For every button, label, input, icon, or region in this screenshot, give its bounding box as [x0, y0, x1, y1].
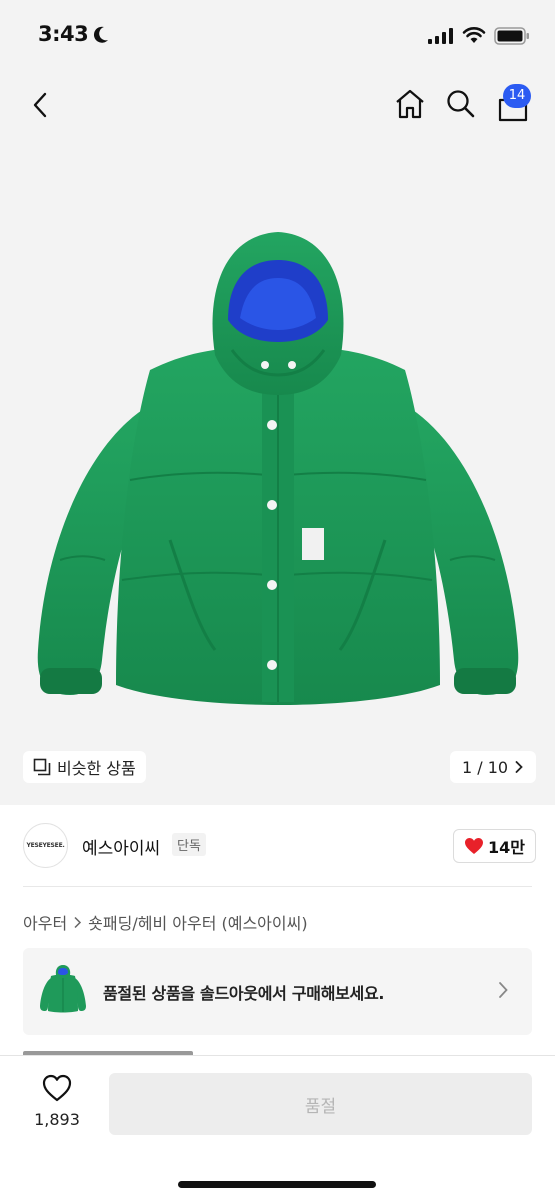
status-time: 3:43	[38, 22, 89, 46]
heart-icon	[465, 838, 483, 854]
product-image-gallery[interactable]: 14 비슷한 상품 1 / 10	[0, 70, 555, 805]
cart-count-badge: 14	[503, 84, 531, 108]
breadcrumb: 아우터 숏패딩/헤비 아우터 (예스아이씨)	[23, 910, 308, 934]
heart-icon	[42, 1074, 72, 1102]
chevron-right-icon	[515, 761, 523, 773]
exclusive-badge: 단독	[172, 833, 206, 856]
seller-name[interactable]: 예스아이씨	[82, 834, 160, 859]
product-thumbnail	[40, 965, 86, 1013]
divider	[23, 886, 532, 887]
home-icon[interactable]	[394, 88, 426, 120]
chevron-right-icon	[74, 916, 82, 928]
search-icon[interactable]	[446, 88, 476, 120]
wishlist-count: 1,893	[34, 1110, 80, 1129]
seller-row: YESEYESEE. 예스아이씨 단독 14만	[0, 820, 555, 880]
status-bar: 3:43	[0, 0, 555, 70]
product-image	[37, 232, 519, 705]
soldout-banner-text: 품절된 상품을 솔드아웃에서 구매해보세요.	[103, 984, 385, 1003]
breadcrumb-category[interactable]: 아우터	[23, 910, 67, 934]
soldout-banner[interactable]: 품절된 상품을 솔드아웃에서 구매해보세요.	[23, 948, 532, 1035]
similar-items-icon	[33, 758, 51, 776]
wishlist-button[interactable]: 1,893	[28, 1074, 86, 1134]
breadcrumb-subcategory[interactable]: 숏패딩/헤비 아우터 (예스아이씨)	[88, 910, 307, 934]
like-count: 14만	[488, 838, 525, 857]
moon-icon	[93, 26, 108, 43]
buy-button[interactable]: 품절	[109, 1073, 532, 1135]
back-icon[interactable]	[28, 90, 54, 120]
like-button[interactable]: 14만	[453, 829, 536, 863]
similar-items-button[interactable]: 비슷한 상품	[23, 751, 146, 783]
bottom-action-bar: 1,893 품절	[0, 1055, 555, 1200]
signal-icon	[428, 28, 453, 44]
similar-items-label: 비슷한 상품	[57, 759, 136, 778]
chevron-right-icon	[499, 982, 508, 998]
battery-icon	[494, 27, 529, 45]
image-page-indicator[interactable]: 1 / 10	[450, 751, 537, 783]
seller-logo[interactable]: YESEYESEE.	[23, 823, 68, 868]
home-indicator[interactable]	[178, 1181, 376, 1188]
wifi-icon	[462, 27, 486, 43]
page-indicator-text: 1 / 10	[462, 757, 509, 777]
